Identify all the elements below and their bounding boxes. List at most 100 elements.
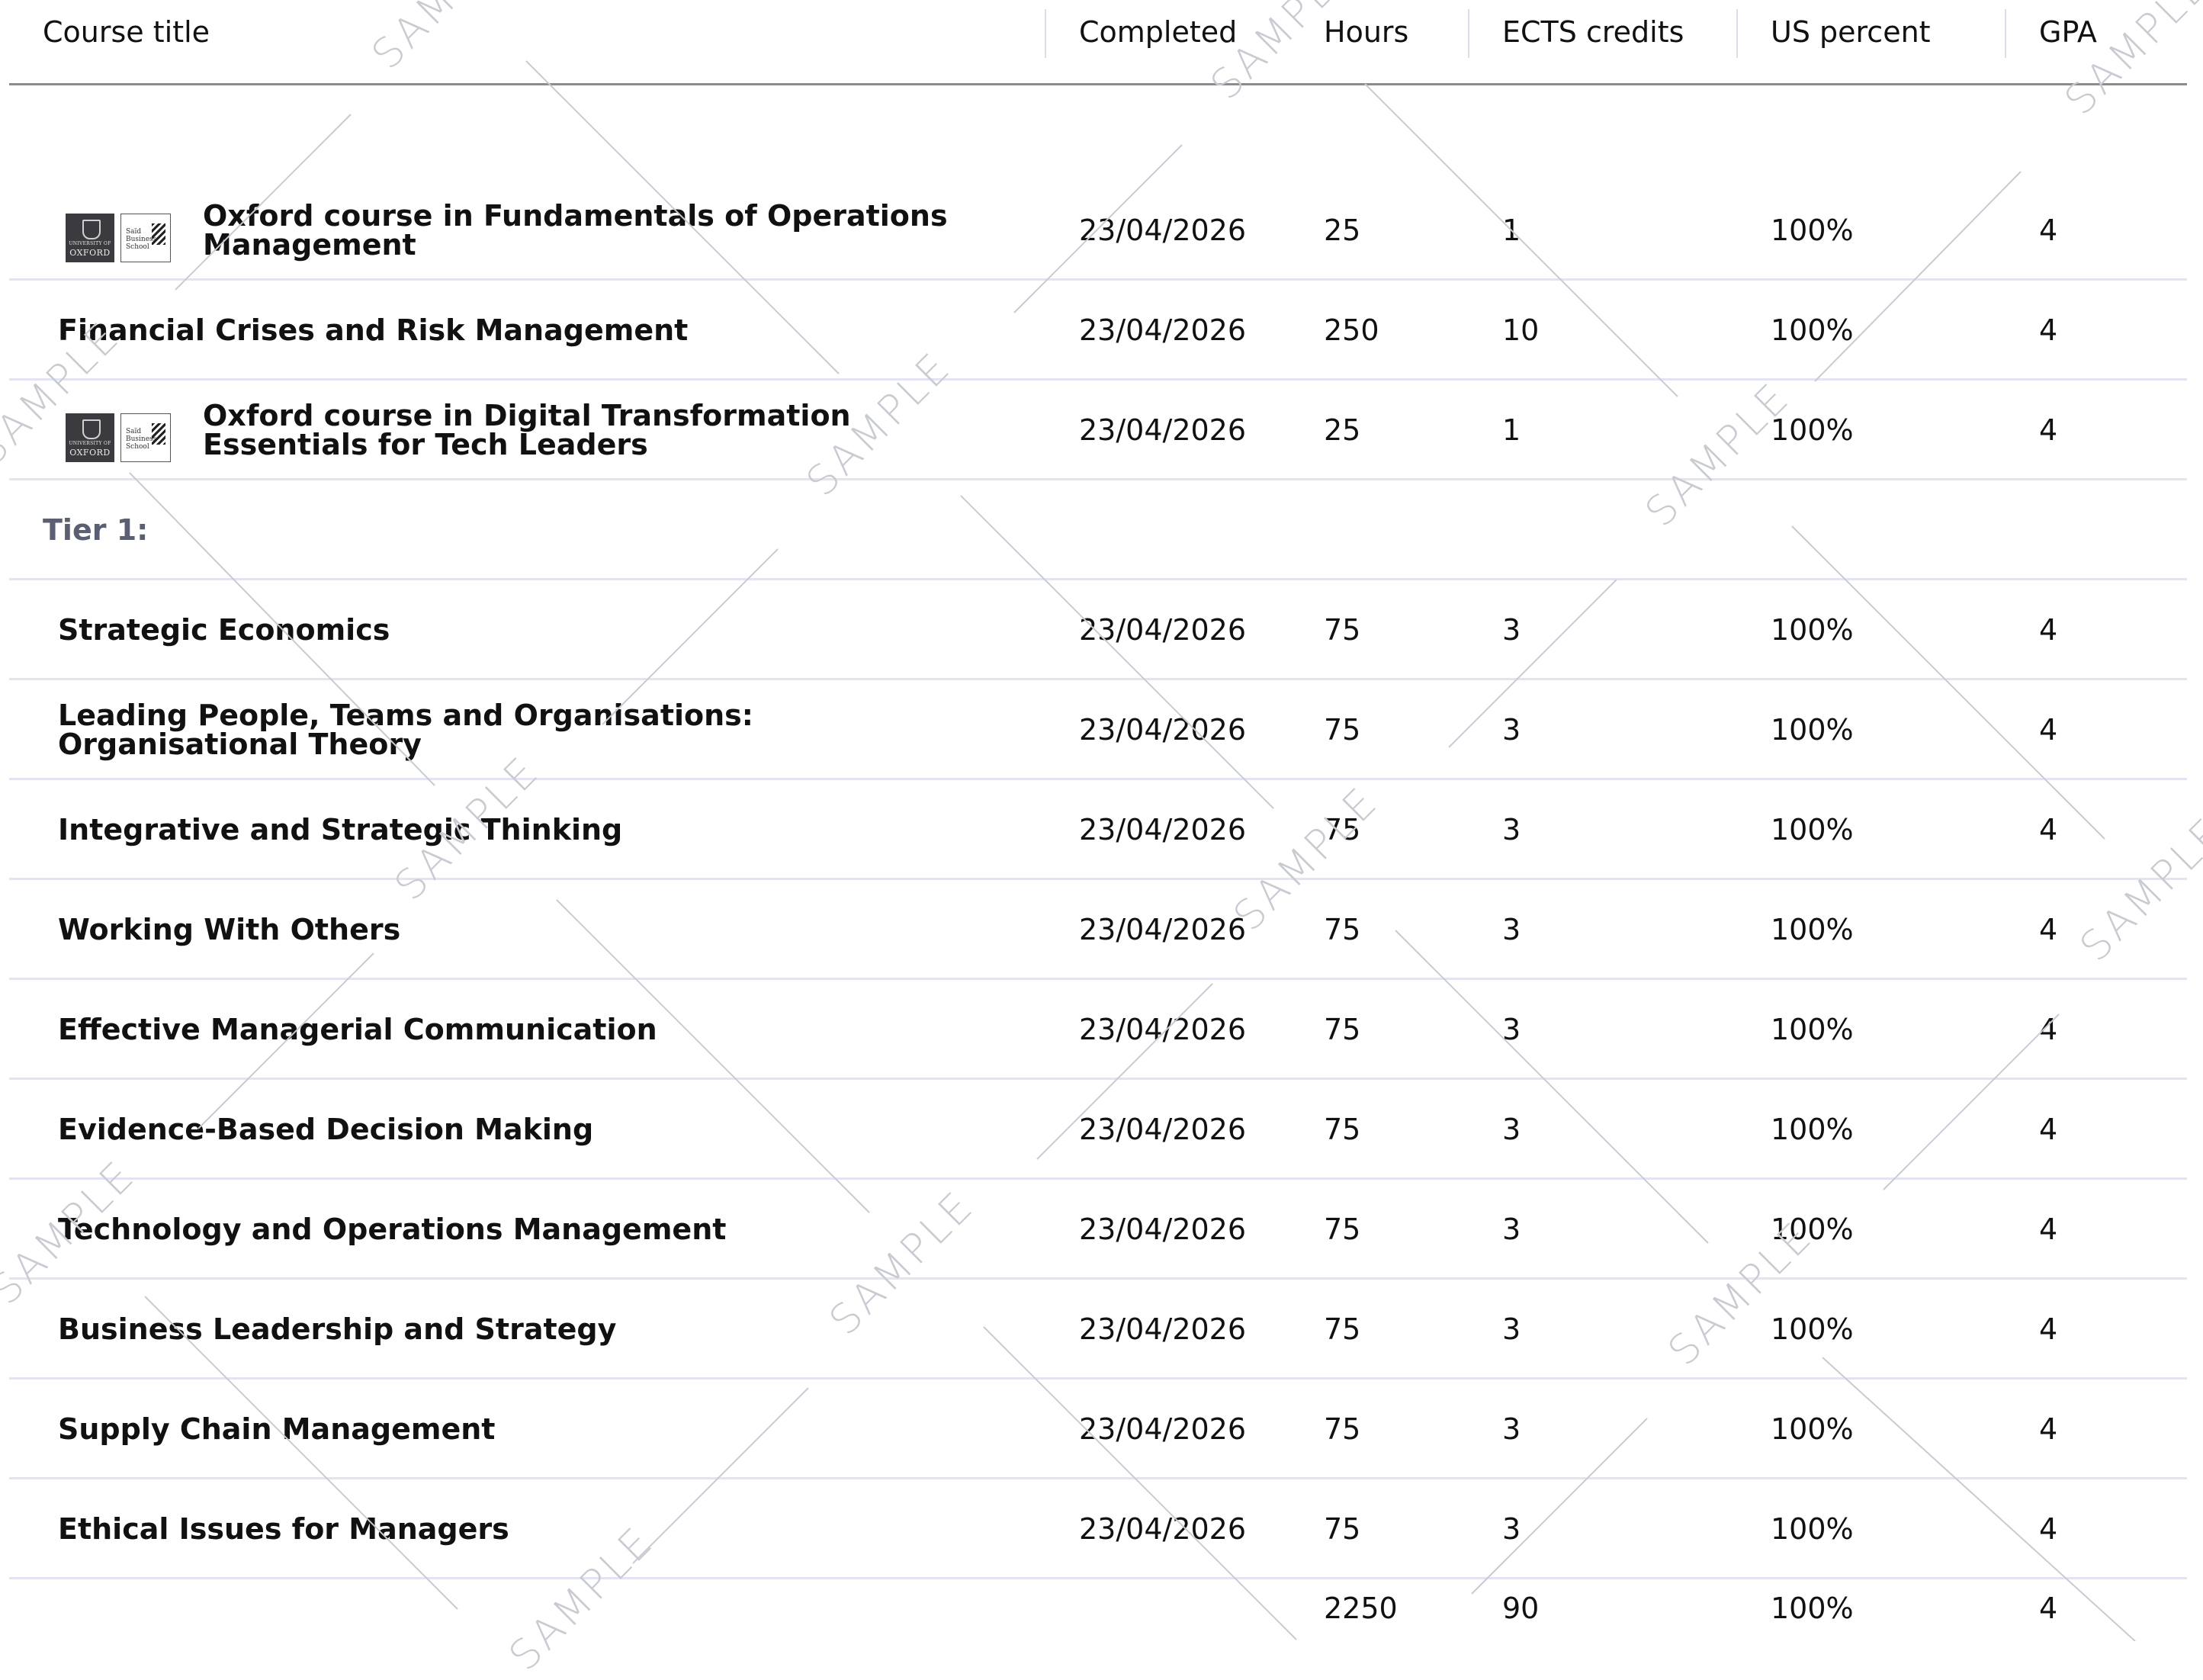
hours-cell: 75 — [1324, 1212, 1361, 1246]
crest-big-text: OXFORD — [69, 448, 111, 458]
course-title: Integrative and Strategic Thinking — [58, 779, 1004, 879]
course-title: Technology and Operations Management — [58, 1179, 1004, 1279]
course-title-text: Oxford course in Fundamentals of Operati… — [203, 198, 948, 262]
total-gpa: 4 — [2039, 1591, 2058, 1625]
completed-cell: 23/04/2026 — [1079, 912, 1247, 946]
hours-cell: 75 — [1324, 1412, 1361, 1446]
completed-cell: 23/04/2026 — [1079, 1012, 1247, 1046]
course-title: Financial Crises and Risk Management — [58, 280, 1004, 380]
completed-cell: 23/04/2026 — [1079, 313, 1247, 347]
ects-cell: 1 — [1502, 413, 1521, 447]
course-title: Oxford course in Digital Transformation … — [203, 380, 996, 480]
completed-cell: 23/04/2026 — [1079, 413, 1247, 447]
table-row: Technology and Operations Management 23/0… — [0, 1179, 2203, 1280]
table-row: Supply Chain Management 23/04/2026 75 3 100%… — [0, 1379, 2203, 1479]
ects-cell: 1 — [1502, 213, 1521, 247]
table-header: Course title Completed Hours ECTS credit… — [0, 0, 2203, 64]
course-title-text: Business Leadership and Strategy — [58, 1312, 617, 1346]
course-title: Business Leadership and Strategy — [58, 1279, 1004, 1379]
table-row: Financial Crises and Risk Management 23/0… — [0, 280, 2203, 381]
gpa-cell: 4 — [2039, 612, 2058, 647]
header-ects: ECTS credits — [1502, 15, 1684, 49]
gpa-cell: 4 — [2039, 413, 2058, 447]
crest-shield-icon — [82, 419, 101, 439]
table-row: UNIVERSITY OF OXFORD Saïd Business School Oxf… — [0, 180, 2203, 281]
oxford-said-logo: UNIVERSITY OF OXFORD Saïd Business School — [66, 214, 171, 262]
course-title: Working With Others — [58, 879, 1004, 979]
ects-cell: 3 — [1502, 1012, 1521, 1046]
table-row: Effective Managerial Communication 23/04/… — [0, 979, 2203, 1080]
oxford-crest-icon: UNIVERSITY OF OXFORD — [66, 214, 114, 262]
gpa-cell: 4 — [2039, 712, 2058, 747]
us-percent-cell: 100% — [1771, 912, 1854, 946]
hours-cell: 75 — [1324, 712, 1361, 747]
course-title-text: Working With Others — [58, 912, 401, 946]
oxford-crest-icon: UNIVERSITY OF OXFORD — [66, 413, 114, 462]
course-title: Leading People, Teams and Organisations:… — [58, 679, 1004, 779]
ects-cell: 3 — [1502, 1212, 1521, 1246]
completed-cell: 23/04/2026 — [1079, 712, 1247, 747]
group-label: Tier 1: — [43, 512, 149, 547]
us-percent-cell: 100% — [1771, 1312, 1854, 1346]
course-title-text: Strategic Economics — [58, 612, 390, 647]
us-percent-cell: 100% — [1771, 1012, 1854, 1046]
table-row: Leading People, Teams and Organisations:… — [0, 679, 2203, 780]
us-percent-cell: 100% — [1771, 213, 1854, 247]
column-divider — [1468, 9, 1469, 58]
us-percent-cell: 100% — [1771, 1112, 1854, 1146]
ects-cell: 3 — [1502, 1112, 1521, 1146]
gpa-cell: 4 — [2039, 1212, 2058, 1246]
total-us-percent: 100% — [1771, 1591, 1854, 1625]
course-title: Oxford course in Fundamentals of Operati… — [203, 180, 996, 280]
course-title-text: Effective Managerial Communication — [58, 1012, 657, 1046]
course-title: Supply Chain Management — [58, 1379, 1004, 1479]
us-percent-cell: 100% — [1771, 413, 1854, 447]
column-divider — [2005, 9, 2006, 58]
total-hours: 2250 — [1324, 1591, 1398, 1625]
completed-cell: 23/04/2026 — [1079, 213, 1247, 247]
totals-row: 2250 90 100% 4 — [0, 1558, 2203, 1658]
gpa-cell: 4 — [2039, 1012, 2058, 1046]
course-title: Effective Managerial Communication — [58, 979, 1004, 1079]
ects-cell: 3 — [1502, 1312, 1521, 1346]
said-bars-icon — [152, 223, 165, 245]
header-course-title: Course title — [43, 15, 210, 49]
ects-cell: 3 — [1502, 712, 1521, 747]
us-percent-cell: 100% — [1771, 1412, 1854, 1446]
header-hours: Hours — [1324, 15, 1409, 49]
said-school-icon: Saïd Business School — [120, 214, 171, 262]
completed-cell: 23/04/2026 — [1079, 1312, 1247, 1346]
table-row: Integrative and Strategic Thinking 23/04/… — [0, 779, 2203, 880]
course-title: Evidence-Based Decision Making — [58, 1079, 1004, 1179]
hours-cell: 75 — [1324, 812, 1361, 846]
hours-cell: 75 — [1324, 912, 1361, 946]
oxford-said-logo: UNIVERSITY OF OXFORD Saïd Business School — [66, 413, 171, 462]
us-percent-cell: 100% — [1771, 712, 1854, 747]
column-divider — [1736, 9, 1738, 58]
gpa-cell: 4 — [2039, 1312, 2058, 1346]
ects-cell: 10 — [1502, 313, 1540, 347]
gpa-cell: 4 — [2039, 912, 2058, 946]
hours-cell: 250 — [1324, 313, 1379, 347]
table-row: Strategic Economics 23/04/2026 75 3 100% 4 — [0, 580, 2203, 680]
hours-cell: 25 — [1324, 213, 1361, 247]
course-title-text: Oxford course in Digital Transformation … — [203, 398, 851, 461]
completed-cell: 23/04/2026 — [1079, 1412, 1247, 1446]
crest-small-text: UNIVERSITY OF — [69, 241, 111, 246]
hours-cell: 75 — [1324, 1112, 1361, 1146]
ects-cell: 3 — [1502, 612, 1521, 647]
completed-cell: 23/04/2026 — [1079, 1212, 1247, 1246]
column-divider — [1045, 9, 1046, 58]
crest-shield-icon — [82, 220, 101, 239]
gpa-cell: 4 — [2039, 213, 2058, 247]
table-row: Working With Others 23/04/2026 75 3 100% 4 — [0, 879, 2203, 980]
course-title-text: Ethical Issues for Managers — [58, 1511, 509, 1546]
header-gpa: GPA — [2039, 15, 2097, 49]
hours-cell: 75 — [1324, 612, 1361, 647]
us-percent-cell: 100% — [1771, 313, 1854, 347]
us-percent-cell: 100% — [1771, 812, 1854, 846]
hours-cell: 75 — [1324, 1012, 1361, 1046]
header-rule — [9, 83, 2187, 85]
gpa-cell: 4 — [2039, 1112, 2058, 1146]
gpa-cell: 4 — [2039, 313, 2058, 347]
